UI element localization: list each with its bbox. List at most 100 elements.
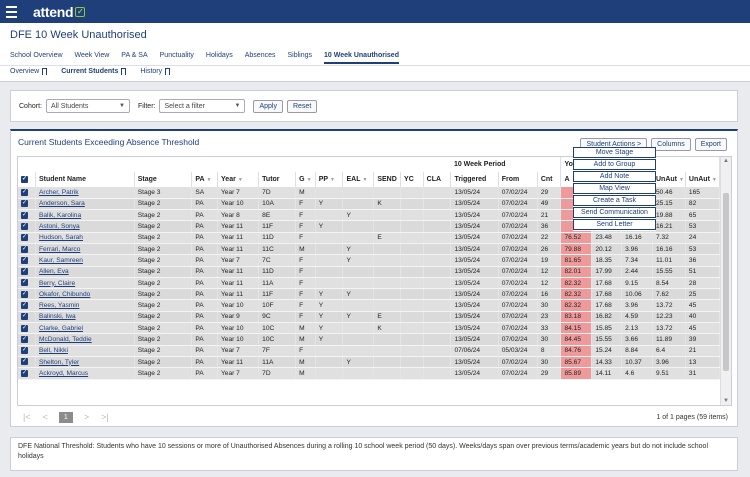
row-checkbox[interactable]: ✓ (18, 220, 36, 233)
row-checkbox[interactable]: ✓ (18, 277, 36, 290)
student-name-link[interactable]: Bell, Nikki (35, 345, 135, 357)
table-row[interactable]: ✓ Hudson, Sarah Stage 2 PA Year 11 11D F E 13/05… (18, 232, 721, 244)
row-checkbox[interactable]: ✓ (18, 367, 36, 380)
column-header[interactable]: Tutor (258, 172, 297, 187)
filter-select[interactable]: Select a filter ▼ (159, 99, 246, 113)
column-header[interactable]: From (498, 172, 538, 187)
prev-page-icon[interactable]: < (43, 412, 48, 422)
column-header[interactable]: CLA (423, 172, 452, 187)
app-logo[interactable]: attend ✓ (33, 4, 86, 20)
filter-icon[interactable]: ▼ (330, 177, 335, 183)
table-row[interactable]: ✓ Rees, Yasmin Stage 2 PA Year 10 10F F Y 13/05/… (18, 299, 721, 312)
filter-icon[interactable]: ▼ (679, 177, 684, 183)
row-checkbox[interactable]: ✓ (18, 311, 36, 324)
menu-item-create-a-task[interactable]: Create a Task (573, 194, 656, 207)
filter-icon[interactable]: ▼ (362, 177, 367, 183)
row-checkbox[interactable]: ✓ (18, 254, 36, 267)
column-header[interactable]: SEND▼ (373, 172, 402, 187)
table-row[interactable]: ✓ Clarke, Gabriel Stage 2 PA Year 10 10C M Y K 13… (18, 322, 721, 335)
row-checkbox[interactable]: ✓ (18, 266, 36, 278)
scroll-thumb[interactable] (723, 193, 729, 371)
column-header[interactable]: Student Name (35, 172, 135, 187)
table-row[interactable]: ✓ Ferrari, Marco Stage 2 PA Year 11 11C M Y 13/0… (18, 243, 721, 256)
column-header[interactable]: Triggered (450, 172, 499, 187)
menu-item-add-note[interactable]: Add Note (573, 170, 656, 183)
table-row[interactable]: ✓ Balinski, Iwa Stage 2 PA Year 9 9C F Y Y E 13/05… (18, 311, 721, 324)
row-checkbox[interactable]: ✓ (18, 198, 36, 211)
scroll-down-icon[interactable]: ▼ (723, 398, 729, 404)
student-name-link[interactable]: Clarke, Gabriel (35, 322, 135, 335)
filter-icon[interactable]: ▼ (712, 177, 717, 183)
tab-siblings[interactable]: Siblings (288, 52, 313, 64)
table-row[interactable]: ✓ Kaur, Samreen Stage 2 PA Year 7 7C F Y 13/05/2… (18, 254, 721, 267)
student-name-link[interactable]: McDonald, Teddie (35, 333, 135, 346)
menu-item-move-stage[interactable]: Move Stage (573, 147, 656, 159)
student-name-link[interactable]: Kaur, Samreen (35, 254, 135, 267)
apply-button[interactable]: Apply (253, 99, 283, 113)
tab-punctuality[interactable]: Punctuality (160, 52, 194, 64)
row-checkbox[interactable]: ✓ (18, 322, 36, 335)
menu-item-send-letter[interactable]: Send Letter (573, 218, 656, 231)
table-row[interactable]: ✓ Bell, Nikki Stage 2 PA Year 7 7F F 07/06/24 05… (18, 345, 721, 357)
row-checkbox[interactable]: ✓ (18, 288, 36, 301)
next-page-icon[interactable]: > (84, 412, 89, 422)
export-button[interactable]: Export (694, 138, 727, 151)
filter-icon[interactable]: ▼ (307, 177, 312, 183)
row-checkbox[interactable]: ✓ (18, 356, 36, 369)
column-header[interactable]: Year ▼ (217, 172, 260, 187)
student-name-link[interactable]: Berry, Claire (35, 277, 135, 290)
row-checkbox[interactable]: ✓ (18, 187, 36, 199)
page-current[interactable]: 1 (58, 411, 73, 423)
first-page-icon[interactable]: |< (23, 412, 31, 422)
column-header[interactable]: Stage (134, 172, 193, 187)
student-name-link[interactable]: Ackroyd, Marcus (35, 367, 135, 380)
table-row[interactable]: ✓ Allen, Eva Stage 2 PA Year 11 11D F 13/05/24 0… (18, 266, 721, 278)
tab-school-overview[interactable]: School Overview (10, 52, 63, 64)
column-header[interactable]: YC (400, 172, 424, 187)
filter-icon[interactable]: ▼ (207, 177, 212, 183)
column-header[interactable]: PA ▼ (191, 172, 219, 187)
student-name-link[interactable]: Archer, Patrik (35, 187, 135, 199)
student-name-link[interactable]: Anderson, Sara (35, 198, 135, 211)
row-checkbox[interactable]: ✓ (18, 345, 36, 357)
column-header[interactable]: Cnt (537, 172, 562, 187)
menu-item-add-to-group[interactable]: Add to Group (573, 158, 656, 171)
column-header[interactable]: UnAut ▼ (685, 172, 721, 187)
tab-absences[interactable]: Absences (245, 52, 276, 64)
tab-holidays[interactable]: Holidays (206, 52, 233, 64)
column-header[interactable]: UnAut ▼ (652, 172, 686, 187)
row-checkbox[interactable]: ✓ (18, 243, 36, 256)
subtab-history[interactable]: History (140, 68, 171, 77)
menu-item-map-view[interactable]: Map View (573, 182, 656, 195)
student-name-link[interactable]: Balinski, Iwa (35, 311, 135, 324)
menu-item-send-communication[interactable]: Send Communication (573, 206, 656, 219)
tab-pa-sa[interactable]: PA & SA (121, 52, 147, 64)
scroll-up-icon[interactable]: ▲ (723, 158, 729, 164)
student-name-link[interactable]: Rees, Yasmin (35, 299, 135, 312)
cohort-select[interactable]: All Students ▼ (45, 99, 130, 113)
subtab-current-students[interactable]: Current Students (61, 68, 127, 77)
student-name-link[interactable]: Okafor, Chibundo (35, 288, 135, 301)
student-name-link[interactable]: Hudson, Sarah (35, 232, 135, 244)
row-checkbox[interactable]: ✓ (18, 209, 36, 222)
table-row[interactable]: ✓ Ackroyd, Marcus Stage 2 PA Year 7 7D M 13/05/… (18, 367, 721, 380)
table-row[interactable]: ✓ Shelton, Tyler Stage 2 PA Year 11 11A M Y 13/0… (18, 356, 721, 369)
filter-icon[interactable]: ▼ (238, 177, 243, 183)
menu-icon[interactable] (0, 0, 23, 23)
row-checkbox[interactable]: ✓ (18, 232, 36, 244)
table-row[interactable]: ✓ Berry, Claire Stage 2 PA Year 11 11A F 13/05/… (18, 277, 721, 290)
tab-week-view[interactable]: Week View (75, 52, 110, 64)
reset-button[interactable]: Reset (286, 99, 318, 113)
student-name-link[interactable]: Allen, Eva (35, 266, 135, 278)
bookmark-icon[interactable] (42, 68, 48, 75)
table-row[interactable]: ✓ Okafor, Chibundo Stage 2 PA Year 11 11F F Y Y 1… (18, 288, 721, 301)
bookmark-icon[interactable] (121, 68, 127, 75)
vertical-scrollbar[interactable]: ▲ ▼ (720, 157, 731, 405)
table-row[interactable]: ✓ McDonald, Teddie Stage 2 PA Year 10 10C M Y 13… (18, 333, 721, 346)
select-all-checkbox[interactable]: ✓ (18, 172, 36, 187)
student-name-link[interactable]: Balik, Karolina (35, 209, 135, 222)
column-header[interactable]: G ▼ (295, 172, 316, 187)
student-name-link[interactable]: Ferrari, Marco (35, 243, 135, 256)
tab-10-week-unauthorised[interactable]: 10 Week Unauthorised (324, 52, 399, 64)
bookmark-icon[interactable] (165, 68, 171, 75)
